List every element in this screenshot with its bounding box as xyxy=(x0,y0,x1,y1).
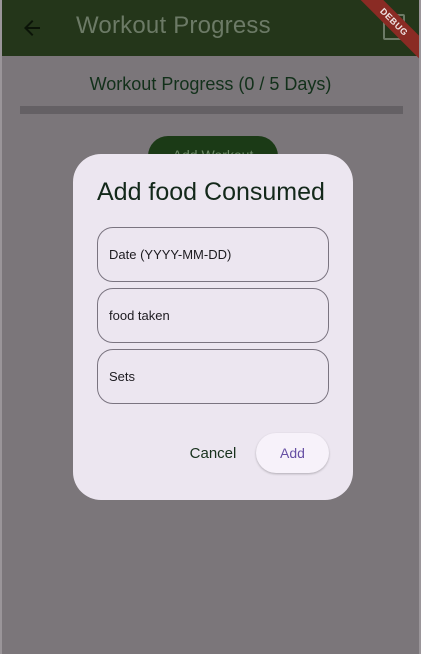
phone-screen: Workout Progress DEBUG Workout Progress … xyxy=(0,0,421,654)
food-taken-input[interactable] xyxy=(109,289,319,342)
add-button[interactable]: Add xyxy=(256,433,329,473)
app-bar: Workout Progress DEBUG xyxy=(2,0,419,67)
date-input[interactable] xyxy=(109,228,319,281)
cancel-button[interactable]: Cancel xyxy=(183,433,243,473)
app-bar-title: Workout Progress xyxy=(76,12,271,39)
sets-field[interactable] xyxy=(97,349,329,404)
dialog-title: Add food Consumed xyxy=(97,178,325,206)
sets-input[interactable] xyxy=(109,350,319,403)
add-food-dialog: Add food Consumed Cancel Add xyxy=(73,154,353,500)
progress-title: Workout Progress (0 / 5 Days) xyxy=(89,74,332,94)
arrow-back-icon[interactable] xyxy=(20,16,44,40)
progress-bar xyxy=(20,106,403,114)
food-taken-field[interactable] xyxy=(97,288,329,343)
date-field[interactable] xyxy=(97,227,329,282)
